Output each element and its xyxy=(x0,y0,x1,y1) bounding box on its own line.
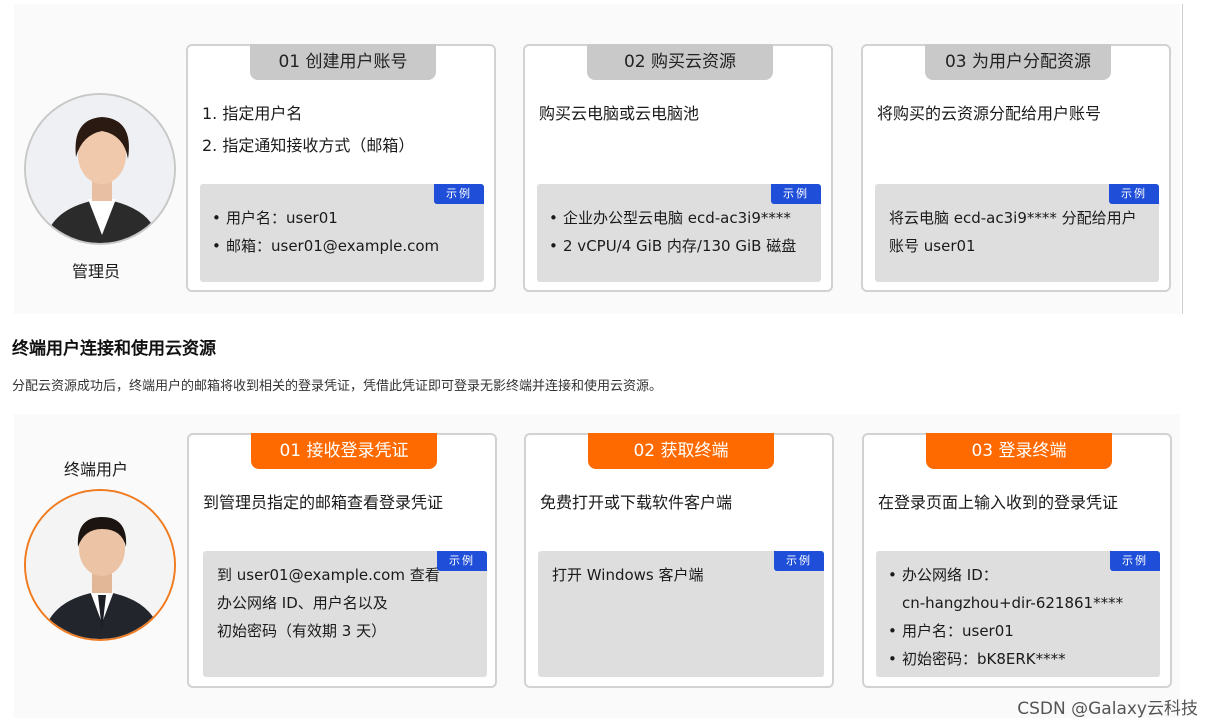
desc-line: 1. 指定用户名 xyxy=(202,104,303,123)
card-tab: 02 获取终端 xyxy=(588,433,774,469)
example-list: 将云电脑 ecd-ac3i9**** 分配给用户 账号 user01 xyxy=(889,204,1137,260)
example-badge: 示例 xyxy=(1109,184,1159,204)
example-list: 用户名：user01 邮箱：user01@example.com xyxy=(212,204,439,260)
example-box: 示例 用户名：user01 邮箱：user01@example.com xyxy=(200,184,484,282)
example-list: 企业办公型云电脑 ecd-ac3i9**** 2 vCPU/4 GiB 内存/1… xyxy=(549,204,796,260)
desc-line: 购买云电脑或云电脑池 xyxy=(539,104,700,123)
example-line: 初始密码：bK8ERK**** xyxy=(888,645,1123,673)
example-box: 示例 将云电脑 ecd-ac3i9**** 分配给用户 账号 user01 xyxy=(875,184,1159,282)
admin-card-assign-resources: 03 为用户分配资源 将购买的云资源分配给用户账号 示例 将云电脑 ecd-ac… xyxy=(861,44,1171,292)
user-card-receive-credentials: 01 接收登录凭证 到管理员指定的邮箱查看登录凭证 示例 到 user01@ex… xyxy=(187,433,497,688)
example-line: 办公网络 ID、用户名以及 xyxy=(217,594,388,612)
example-list: 打开 Windows 客户端 xyxy=(552,561,704,589)
desc-line: 2. 指定通知接收方式（邮箱） xyxy=(202,136,415,155)
divider xyxy=(1182,4,1183,314)
desc-line: 在登录页面上输入收到的登录凭证 xyxy=(878,493,1119,512)
example-box: 示例 到 user01@example.com 查看 办公网络 ID、用户名以及… xyxy=(203,551,487,677)
desc-line: 免费打开或下载软件客户端 xyxy=(540,493,733,512)
admin-avatar xyxy=(24,93,176,245)
admin-card-buy-resources: 02 购买云资源 购买云电脑或云电脑池 示例 企业办公型云电脑 ecd-ac3i… xyxy=(523,44,833,292)
end-user-role-label: 终端用户 xyxy=(64,460,129,479)
example-line: 到 user01@example.com 查看 xyxy=(217,566,440,584)
example-badge: 示例 xyxy=(774,551,824,571)
admin-portrait-icon xyxy=(26,95,174,243)
example-line: cn-hangzhou+dir-621861**** xyxy=(902,594,1124,612)
card-tab: 01 创建用户账号 xyxy=(250,44,436,80)
card-description: 将购买的云资源分配给用户账号 xyxy=(877,98,1101,130)
example-line: 初始密码（有效期 3 天） xyxy=(217,622,387,640)
card-description: 免费打开或下载软件客户端 xyxy=(540,487,732,519)
card-description: 1. 指定用户名 2. 指定通知接收方式（邮箱） xyxy=(202,98,414,162)
example-badge: 示例 xyxy=(771,184,821,204)
admin-role-label: 管理员 xyxy=(72,262,121,281)
example-line: 打开 Windows 客户端 xyxy=(552,566,704,584)
example-box: 示例 企业办公型云电脑 ecd-ac3i9**** 2 vCPU/4 GiB 内… xyxy=(537,184,821,282)
card-tab: 03 登录终端 xyxy=(926,433,1112,469)
card-tab: 03 为用户分配资源 xyxy=(925,44,1111,80)
card-description: 在登录页面上输入收到的登录凭证 xyxy=(878,487,1118,519)
card-tab: 01 接收登录凭证 xyxy=(251,433,437,469)
end-user-portrait-icon xyxy=(26,491,174,639)
example-line: 邮箱：user01@example.com xyxy=(212,232,439,260)
example-badge: 示例 xyxy=(437,551,487,571)
card-tab: 02 购买云资源 xyxy=(587,44,773,80)
card-description: 购买云电脑或云电脑池 xyxy=(539,98,699,130)
example-line: 2 vCPU/4 GiB 内存/130 GiB 磁盘 xyxy=(549,232,796,260)
watermark: CSDN @Galaxy云科技 xyxy=(1017,699,1198,719)
example-list: 到 user01@example.com 查看 办公网络 ID、用户名以及 初始… xyxy=(217,561,440,645)
example-line: 企业办公型云电脑 ecd-ac3i9**** xyxy=(549,204,796,232)
example-list: 办公网络 ID： cn-hangzhou+dir-621861**** 用户名：… xyxy=(888,561,1123,673)
desc-line: 将购买的云资源分配给用户账号 xyxy=(877,104,1102,123)
card-description: 到管理员指定的邮箱查看登录凭证 xyxy=(203,487,443,519)
section-description: 分配云资源成功后，终端用户的邮箱将收到相关的登录凭证，凭借此凭证即可登录无影终端… xyxy=(12,379,663,394)
example-line: 将云电脑 ecd-ac3i9**** 分配给用户 xyxy=(889,209,1137,227)
admin-card-create-account: 01 创建用户账号 1. 指定用户名 2. 指定通知接收方式（邮箱） 示例 用户… xyxy=(186,44,496,292)
example-line: 用户名：user01 xyxy=(212,204,439,232)
example-line: 用户名：user01 xyxy=(888,617,1123,645)
example-line: 办公网络 ID： xyxy=(888,561,1123,589)
section-title: 终端用户连接和使用云资源 xyxy=(12,339,216,359)
user-card-get-client: 02 获取终端 免费打开或下载软件客户端 示例 打开 Windows 客户端 xyxy=(524,433,834,688)
desc-line: 到管理员指定的邮箱查看登录凭证 xyxy=(203,493,444,512)
example-line: 账号 user01 xyxy=(889,237,976,255)
end-user-avatar xyxy=(24,489,176,641)
user-card-login: 03 登录终端 在登录页面上输入收到的登录凭证 示例 办公网络 ID： cn-h… xyxy=(862,433,1172,688)
example-badge: 示例 xyxy=(434,184,484,204)
example-box: 示例 打开 Windows 客户端 xyxy=(538,551,824,677)
example-box: 示例 办公网络 ID： cn-hangzhou+dir-621861**** 用… xyxy=(876,551,1160,677)
